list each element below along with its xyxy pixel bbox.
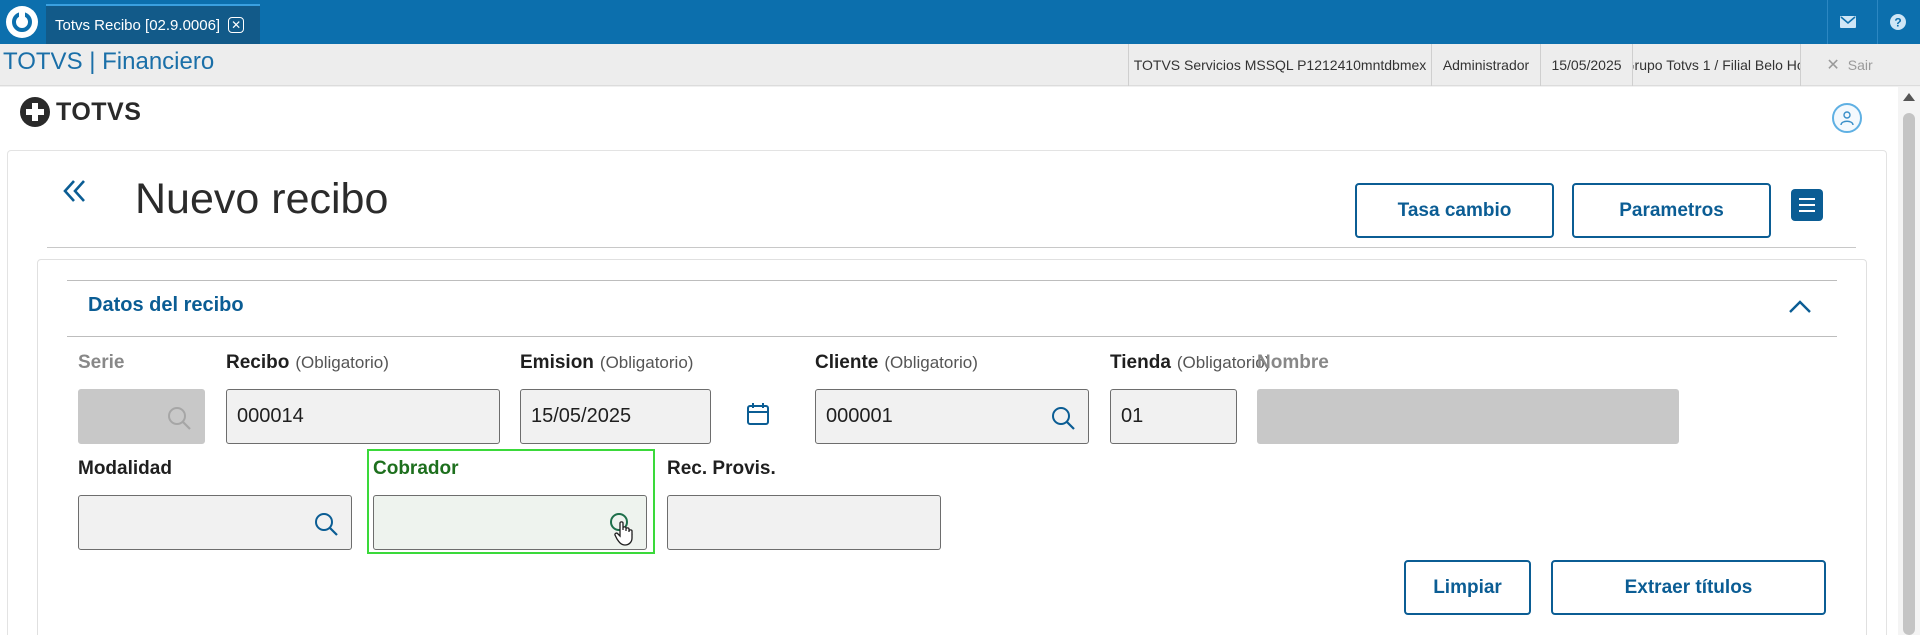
divider [67, 336, 1837, 337]
page-title: Nuevo recibo [135, 175, 389, 223]
scroll-up-arrow-icon[interactable] [1903, 93, 1915, 101]
hand-cursor-icon [614, 521, 633, 546]
recibo-label: Recibo (Obligatorio) [226, 352, 389, 373]
app-logo-icon[interactable] [6, 6, 38, 38]
chevron-up-icon[interactable] [1788, 298, 1812, 314]
mail-icon [1839, 16, 1856, 28]
clear-button[interactable]: Limpiar [1404, 560, 1531, 615]
vertical-scrollbar[interactable] [1898, 87, 1920, 635]
search-icon[interactable] [1050, 405, 1076, 431]
recibo-input[interactable]: 000014 [226, 389, 500, 444]
modalidad-input[interactable] [78, 495, 352, 550]
close-icon[interactable]: ✕ [228, 17, 245, 33]
help-icon: ? [1889, 14, 1906, 30]
svg-text:?: ? [1894, 16, 1901, 30]
cobrador-input[interactable] [373, 495, 647, 550]
serie-input [78, 389, 205, 444]
section-title[interactable]: Datos del recibo [88, 294, 244, 317]
brand-logo: TOTVS [20, 97, 141, 127]
nombre-input [1257, 389, 1679, 444]
rec-provis-input[interactable] [667, 495, 941, 550]
parameters-button[interactable]: Parametros [1572, 183, 1771, 238]
top-bar: Totvs Recibo [02.9.0006] ✕ ? [0, 0, 1920, 44]
hamburger-line [1799, 210, 1815, 212]
module-header: TOTVS | Financiero TOTVS Servicios MSSQL… [0, 44, 1920, 86]
search-icon[interactable] [313, 511, 339, 537]
close-icon: ✕ [1826, 57, 1840, 74]
hamburger-icon [1799, 198, 1815, 200]
tab-label: Totvs Recibo [02.9.0006] [55, 16, 221, 34]
extract-titles-button[interactable]: Extraer títulos [1551, 560, 1826, 615]
scroll-thumb[interactable] [1903, 113, 1915, 635]
exchange-rate-button[interactable]: Tasa cambio [1355, 183, 1554, 238]
emision-input[interactable]: 15/05/2025 [520, 389, 711, 444]
cobrador-label: Cobrador [373, 458, 459, 479]
calendar-icon[interactable] [745, 401, 771, 427]
cliente-label: Cliente (Obligatorio) [815, 352, 978, 373]
serie-label: Serie [78, 352, 125, 373]
environment-info: TOTVS Servicios MSSQL P1212410mntdbmex [1128, 44, 1431, 86]
divider [47, 247, 1856, 248]
emision-label: Emision (Obligatorio) [520, 352, 694, 373]
exit-button[interactable]: ✕ Sair [1800, 44, 1898, 86]
module-title: TOTVS | Financiero [3, 48, 215, 75]
cliente-input[interactable]: 000001 [815, 389, 1089, 444]
search-icon [168, 407, 191, 430]
tienda-input[interactable]: 01 [1110, 389, 1237, 444]
totvs-logo-icon [20, 97, 50, 127]
help-button[interactable]: ? [1877, 0, 1917, 44]
branch-info: Grupo Totvs 1 / Filial Belo Hor [1632, 44, 1800, 86]
nombre-label: Nombre [1257, 352, 1329, 373]
mail-button[interactable] [1827, 0, 1867, 44]
hamburger-line [1799, 204, 1815, 206]
exit-label: Sair [1847, 57, 1873, 73]
divider [67, 280, 1837, 281]
tab-totvs-recibo[interactable]: Totvs Recibo [02.9.0006] ✕ [46, 4, 260, 44]
brand-name: TOTVS [56, 97, 142, 126]
user-info: Administrador [1431, 44, 1540, 86]
tienda-label: Tienda (Obligatorio) [1110, 352, 1271, 373]
back-button[interactable] [60, 176, 90, 206]
rec-provis-label: Rec. Provis. [667, 458, 776, 479]
user-icon [1840, 111, 1854, 126]
avatar[interactable] [1832, 103, 1862, 133]
menu-button[interactable] [1791, 189, 1823, 221]
modalidad-label: Modalidad [78, 458, 172, 479]
date-info: 15/05/2025 [1540, 44, 1632, 86]
double-chevron-left-icon [63, 180, 85, 202]
